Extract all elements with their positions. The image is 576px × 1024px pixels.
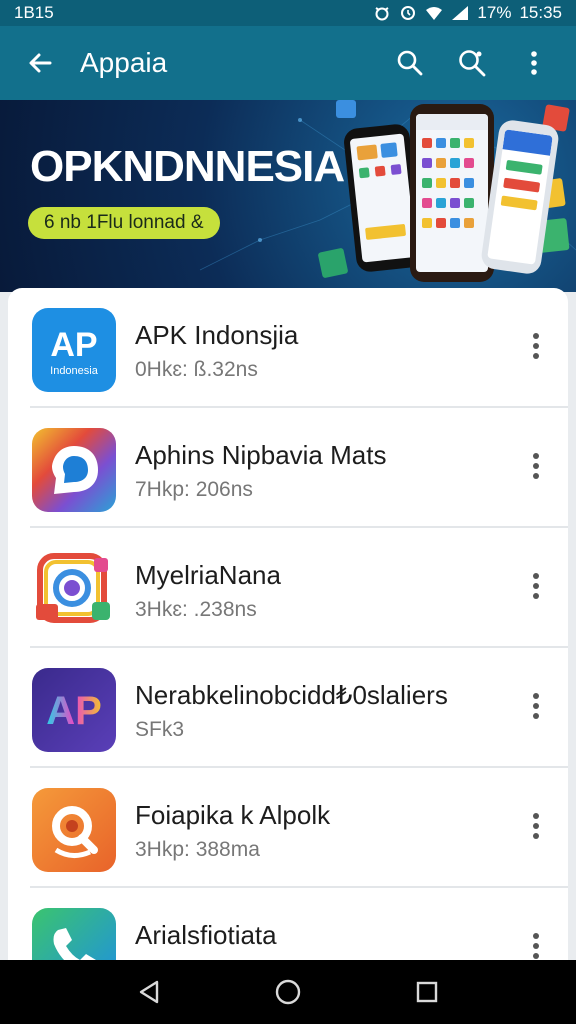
icon-text: AP [46, 689, 102, 733]
app-list: AP Indonesia APK Indonsjia 0Hkɛ: ß.32ns … [8, 288, 568, 968]
app-name: Aphins Nipbavia Mats [135, 440, 387, 470]
list-item[interactable]: MyelriaNana 3Hkɛ: .238ns [8, 528, 568, 648]
app-size: 3Hkɛ: .238ns [135, 598, 257, 621]
battery-percent: 17% [477, 3, 512, 22]
overflow-menu-button[interactable] [512, 41, 556, 85]
app-size: 3Hkp: 388ma [135, 838, 260, 861]
list-item[interactable]: Arialsfiotiata [8, 888, 568, 968]
status-time: 15:35 [519, 3, 562, 22]
more-vert-icon [533, 453, 539, 479]
apk-indonesia-icon: AP Indonesia [32, 308, 116, 392]
orange-search-icon [32, 788, 116, 872]
more-vert-icon [533, 813, 539, 839]
more-options-button[interactable] [518, 806, 554, 846]
back-arrow-icon [29, 53, 52, 73]
app-name: Nerabkelinobcidd₺0slaliers [135, 680, 448, 710]
nav-recents-button[interactable] [403, 968, 451, 1016]
more-vert-icon [533, 573, 539, 599]
more-options-button[interactable] [518, 566, 554, 606]
more-vert-icon [533, 933, 539, 959]
list-item[interactable]: Aphins Nipbavia Mats 7Hkp: 206ns [8, 408, 568, 528]
icon-text: AP [50, 326, 97, 364]
recents-square-icon [416, 981, 437, 1003]
banner-title: OPKNDNNESIA [30, 142, 345, 191]
camera-collage-icon [32, 548, 116, 632]
status-left-text: 1B15 [14, 3, 54, 22]
list-item[interactable]: AP Nerabkelinobcidd₺0slaliers SFk3 [8, 648, 568, 768]
app-name: APK Indonsjia [135, 320, 299, 350]
alarm-icon [375, 7, 389, 21]
ap-gradient-icon: AP [32, 668, 116, 752]
app-name: Arialsfiotiata [135, 920, 277, 950]
more-vert-icon [533, 333, 539, 359]
more-options-button[interactable] [518, 326, 554, 366]
app-size: 7Hkp: 206ns [135, 478, 253, 501]
chat-bubble-icon [32, 428, 116, 512]
app-size: 0Hkɛ: ß.32ns [135, 358, 258, 381]
list-item[interactable]: Foiapika k Alpolk 3Hkp: 388ma [8, 768, 568, 888]
search-button[interactable] [388, 41, 432, 85]
more-options-button[interactable] [518, 446, 554, 486]
banner-pill[interactable]: 6 nb 1Flu lonnad & [28, 207, 220, 239]
overflow-menu-icon [531, 51, 537, 75]
icon-subtext: Indonesia [50, 365, 99, 377]
system-nav-bar [0, 960, 576, 1024]
back-button[interactable] [0, 26, 80, 100]
home-circle-icon [275, 979, 301, 1005]
app-bar-title: Appaia [80, 47, 168, 78]
phone-call-icon [32, 908, 116, 968]
app-size: SFk3 [135, 718, 185, 741]
more-vert-icon [533, 693, 539, 719]
clock-icon [401, 6, 416, 20]
wifi-icon [426, 7, 443, 20]
status-bar: 1B15 17% 15:35 [0, 0, 576, 26]
app-name: Foiapika k Alpolk [135, 800, 331, 830]
nav-home-button[interactable] [264, 968, 312, 1016]
promo-banner[interactable]: OPKNDNNESIA 6 nb 1Flu lonnad & [0, 100, 576, 292]
status-icons: 17% 15:35 [373, 3, 562, 23]
back-triangle-icon [140, 980, 159, 1004]
search-alt-icon [459, 50, 486, 77]
search-icon [397, 50, 423, 76]
more-options-button[interactable] [518, 686, 554, 726]
search-alt-button[interactable] [450, 41, 494, 85]
list-item[interactable]: AP Indonesia APK Indonsjia 0Hkɛ: ß.32ns [8, 288, 568, 408]
signal-icon [452, 6, 469, 20]
nav-back-button[interactable] [125, 968, 173, 1016]
app-bar: Appaia [0, 26, 576, 100]
app-name: MyelriaNana [135, 560, 281, 590]
